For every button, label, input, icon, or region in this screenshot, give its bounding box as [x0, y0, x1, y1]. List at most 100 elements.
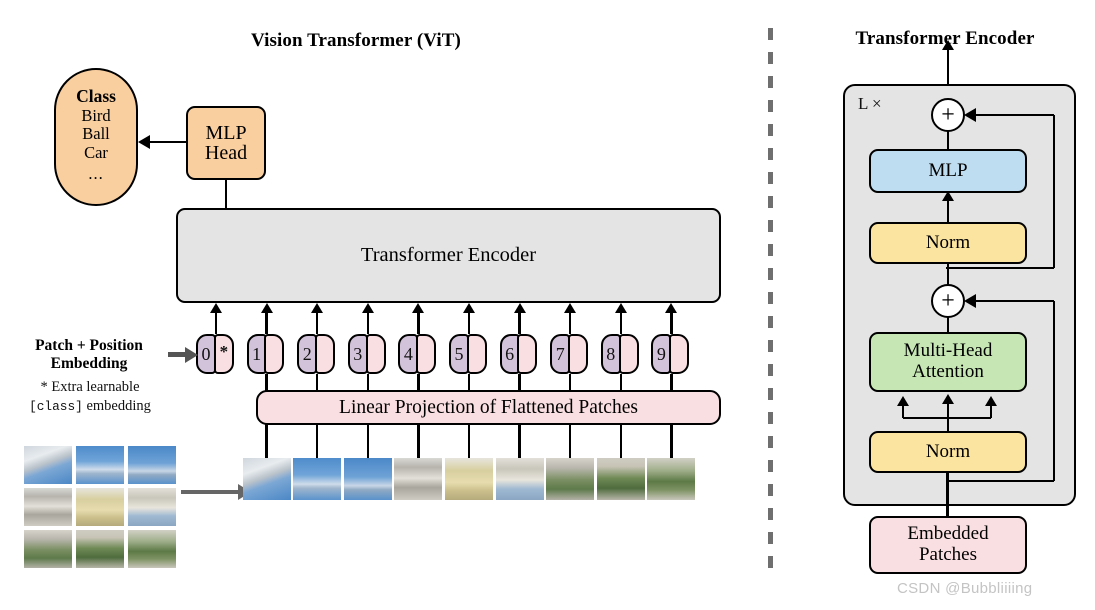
- token-5-uplink: [467, 313, 471, 334]
- residual-add-top: +: [931, 98, 965, 132]
- patch-uplink-5: [467, 424, 471, 458]
- token-3: 3: [347, 334, 386, 374]
- projection-uplink-7: [569, 374, 572, 391]
- plus-symbol-bottom: +: [941, 288, 955, 314]
- mlp-head-box: MLP Head: [186, 106, 266, 180]
- embedded-line1: Embedded: [907, 523, 989, 545]
- norm-top-to-plus-line: [946, 264, 950, 286]
- token-8-arrowhead: [614, 303, 627, 313]
- qkv-mid-arrowhead: [942, 394, 954, 404]
- token-6: 6: [499, 334, 538, 374]
- mha-line2: Attention: [912, 361, 984, 382]
- token-5-arrowhead: [463, 303, 475, 313]
- flattened-patch-7: [546, 458, 595, 500]
- norm-top-label: Norm: [925, 231, 971, 253]
- source-patch-r2-c0: [24, 530, 72, 568]
- flattened-patch-9: [647, 458, 696, 500]
- token-8: 8: [600, 334, 639, 374]
- token-1-uplink: [265, 313, 268, 334]
- source-patch-r0-c2: [128, 446, 176, 484]
- footnote-line1: * Extra learnable: [40, 379, 140, 395]
- projection-uplink-3: [366, 374, 369, 391]
- pp-line1: Patch + Position: [35, 337, 143, 354]
- projection-uplink-5: [467, 374, 471, 391]
- watermark-text: CSDN @Bubbliiiing: [897, 580, 1033, 597]
- mlp-box: MLP: [869, 149, 1027, 193]
- embedding-label-arrow-body: [168, 352, 186, 357]
- token-1-arrowhead: [260, 303, 273, 313]
- norm-bottom-box: Norm: [869, 431, 1027, 473]
- transformer-encoder-label: Transformer Encoder: [360, 244, 537, 267]
- class-heading: Class: [76, 86, 116, 107]
- norm-top-to-mlp-arrowhead: [942, 191, 954, 201]
- residual-bottom-vertical: [1053, 301, 1056, 481]
- patch-embedding-0: *: [213, 334, 234, 374]
- residual-add-bottom: +: [931, 284, 965, 318]
- class-item-bird: Bird: [81, 105, 111, 125]
- patch-uplink-8: [619, 424, 622, 458]
- patch-embedding-4: [416, 334, 437, 374]
- token-2-arrowhead: [311, 303, 324, 313]
- embedded-line2: Patches: [918, 544, 978, 565]
- patch-uplink-3: [366, 424, 369, 458]
- residual-top-horizontal: [975, 113, 1054, 117]
- patch-embedding-3: [365, 334, 386, 374]
- source-patch-r1-c2: [128, 488, 176, 526]
- class-output-box: Class Bird Ball Car ...: [54, 68, 138, 206]
- token-9-uplink: [670, 313, 673, 334]
- encoder-to-mlp-line: [225, 180, 228, 210]
- token-2-uplink: [316, 313, 319, 334]
- qkv-right-stem: [990, 404, 993, 418]
- token-7: 7: [550, 334, 588, 374]
- class-ellipsis: ...: [88, 164, 104, 184]
- mlp-head-line1: MLP: [205, 121, 247, 144]
- residual-bottom-arrowhead: [964, 294, 976, 308]
- patch-embedding-9: [669, 334, 690, 374]
- embedded-to-norm-line: [946, 473, 950, 518]
- token-9: 9: [651, 334, 690, 374]
- mlp-to-class-line: [150, 141, 186, 144]
- position-embedding-8: 8: [600, 334, 621, 374]
- left-panel-title: Vision Transformer (ViT): [251, 30, 461, 51]
- residual-bottom-bottom-horizontal: [946, 479, 1054, 483]
- embedded-patches-box: Embedded Patches: [869, 516, 1027, 574]
- patch-embedding-1: [264, 334, 285, 374]
- flattened-patch-1: [242, 458, 291, 500]
- mha-line1: Multi-Head: [903, 340, 993, 362]
- source-patch-r1-c1: [76, 488, 124, 526]
- position-embedding-3: 3: [347, 334, 368, 374]
- transformer-encoder-box: Transformer Encoder: [176, 208, 721, 303]
- token-7-uplink: [569, 313, 572, 334]
- embedding-label-arrow-head: [185, 346, 198, 363]
- patch-uplink-7: [569, 424, 572, 458]
- qkv-left-arrowhead: [897, 396, 909, 406]
- patch-embedding-6: [517, 334, 538, 374]
- projection-uplink-4: [417, 374, 420, 391]
- flattened-patch-2: [293, 458, 342, 500]
- class-embedding-footnote: * Extra learnable [class] embedding: [14, 378, 166, 416]
- norm-bottom-label: Norm: [925, 440, 971, 462]
- residual-bottom-horizontal: [975, 299, 1054, 303]
- flattened-patch-6: [495, 458, 544, 500]
- patch-embedding-5: [466, 334, 487, 374]
- class-item-ball: Ball: [82, 124, 110, 144]
- token-3-arrowhead: [361, 303, 374, 313]
- token-0-uplink: [214, 313, 218, 334]
- residual-top-bottom-horizontal: [946, 266, 1054, 270]
- plus-symbol-top: +: [941, 102, 955, 128]
- patch-position-embedding-label: Patch + Position Embedding: [14, 337, 164, 374]
- flattened-patch-3: [343, 458, 392, 500]
- patch-uplink-9: [670, 424, 673, 458]
- pp-line2: Embedding: [50, 355, 128, 373]
- token-1: 1: [246, 334, 285, 374]
- residual-top-arrowhead: [964, 108, 976, 122]
- token-9-arrowhead: [665, 303, 678, 313]
- footnote-mono-token: [class]: [29, 398, 83, 414]
- patch-embedding-8: [618, 334, 639, 374]
- linear-projection-box: Linear Projection of Flattened Patches: [256, 390, 721, 425]
- token-6-uplink: [518, 313, 521, 334]
- multi-head-attention-box: Multi-Head Attention: [869, 332, 1027, 392]
- grid-to-sequence-arrow-body: [181, 490, 239, 494]
- token-3-uplink: [366, 313, 369, 334]
- token-6-arrowhead: [513, 303, 526, 313]
